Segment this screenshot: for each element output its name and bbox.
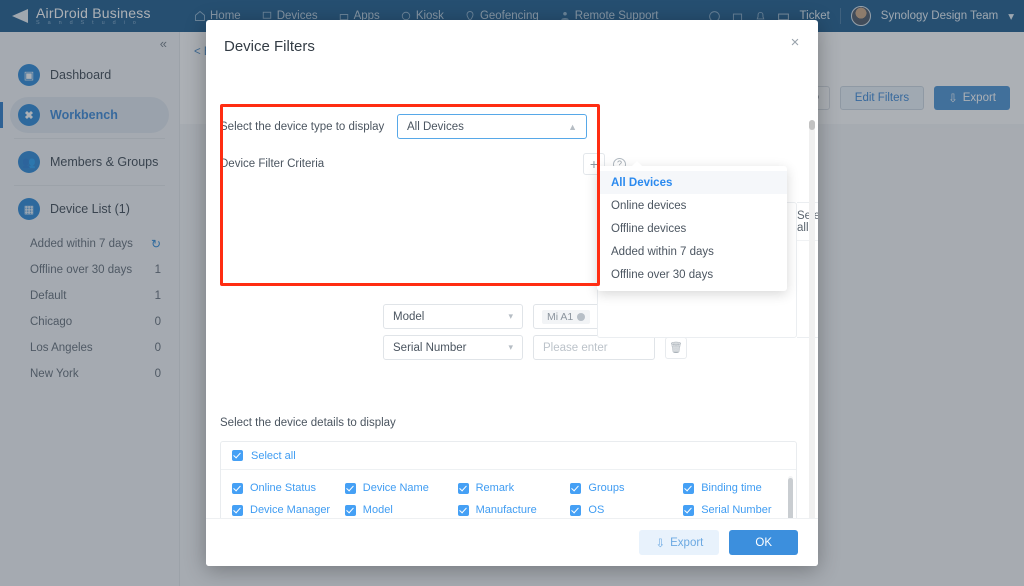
checkbox-item[interactable]: Remark <box>457 477 571 499</box>
device-type-row: Select the device type to display All De… <box>220 114 587 139</box>
checkbox-item[interactable]: Binding time <box>683 477 796 499</box>
criteria-field-label: Model <box>393 310 425 323</box>
checkbox-item[interactable]: Manufacture <box>457 499 571 518</box>
checkbox-label: Groups <box>588 482 625 494</box>
modal-body: Select the device type to display All De… <box>206 68 818 518</box>
checkbox-label: Remark <box>475 482 515 494</box>
checkbox-groups[interactable] <box>570 482 582 494</box>
modal-footer: ⇩ Export OK <box>206 518 818 566</box>
value-tag-label: Mi A1 <box>547 310 574 323</box>
checkbox-label: Device Manager <box>250 504 331 516</box>
criteria-field-select-model[interactable]: Model ▾ <box>383 304 523 329</box>
checkbox-serial-number[interactable] <box>683 504 695 516</box>
dropdown-option-added-within-7-days[interactable]: Added within 7 days <box>597 240 787 263</box>
modal-export-label: Export <box>670 536 704 549</box>
checkbox-binding-time[interactable] <box>683 482 695 494</box>
checkbox-select-all[interactable] <box>232 450 243 461</box>
checkbox-item[interactable]: Online Status <box>232 477 345 499</box>
criteria-row: Device Filter Criteria + ? <box>220 153 626 175</box>
details-card: Select all Online Status Device Name Rem… <box>220 441 797 518</box>
criteria-value-serial-number[interactable]: Please enter <box>533 335 655 360</box>
chevron-down-icon: ▾ <box>508 342 513 352</box>
checkbox-device-name[interactable] <box>344 482 356 494</box>
app-root: AirDroid Business S a n d S t u d i o Ho… <box>0 0 1024 586</box>
dropdown-option-all-devices[interactable]: All Devices <box>597 171 787 194</box>
details-scrollbar[interactable] <box>788 476 793 518</box>
chevron-up-icon: ▲ <box>568 121 577 132</box>
checkbox-manufacture[interactable] <box>457 504 469 516</box>
checkbox-label: Model <box>362 504 393 516</box>
checkbox-item[interactable]: Device Manager <box>232 499 345 518</box>
checkbox-label: Serial Number <box>701 504 772 516</box>
checkbox-os[interactable] <box>570 504 582 516</box>
delete-criteria-button-serial-number[interactable]: 🗑 <box>665 336 687 359</box>
details-checkbox-grid: Online Status Device Name Remark Groups … <box>221 470 796 518</box>
close-icon[interactable]: × <box>786 34 804 52</box>
checkbox-label: Binding time <box>701 482 762 494</box>
download-icon: ⇩ <box>655 537 666 550</box>
device-filters-modal: Device Filters × Select the device type … <box>206 20 818 566</box>
tag-remove-icon[interactable] <box>577 312 586 321</box>
criteria-label: Device Filter Criteria <box>220 158 325 170</box>
value-tag: Mi A1 <box>542 309 591 324</box>
criteria-field-label: Serial Number <box>393 341 467 354</box>
device-type-label: Select the device type to display <box>220 120 385 133</box>
device-type-select-value: All Devices <box>407 120 464 133</box>
details-select-all-row[interactable]: Select all <box>221 442 796 470</box>
checkbox-item[interactable]: OS <box>570 499 683 518</box>
checkbox-online-status[interactable] <box>232 482 243 494</box>
details-scrollbar-thumb[interactable] <box>788 478 793 518</box>
ok-button[interactable]: OK <box>729 530 798 555</box>
modal-title: Device Filters <box>224 38 315 55</box>
checkbox-item[interactable]: Serial Number <box>683 499 796 518</box>
checkbox-item[interactable]: Device Name <box>344 477 458 499</box>
checkbox-device-manager[interactable] <box>232 504 243 516</box>
chevron-down-icon: ▾ <box>508 311 513 321</box>
criteria-field-select-serial-number[interactable]: Serial Number ▾ <box>383 335 523 360</box>
checkbox-label: Online Status <box>250 482 317 494</box>
criteria-row-serial-number: Serial Number ▾ Please enter 🗑 <box>383 335 687 360</box>
checkbox-remark[interactable] <box>457 482 469 494</box>
modal-scrollbar[interactable] <box>809 120 815 518</box>
dropdown-option-offline-over-30-days[interactable]: Offline over 30 days <box>597 263 787 286</box>
details-title: Select the device details to display <box>220 417 396 429</box>
criteria-value-placeholder: Please enter <box>543 341 608 354</box>
checkbox-label: OS <box>588 504 605 516</box>
checkbox-item[interactable]: Groups <box>570 477 683 499</box>
checkbox-item[interactable]: Model <box>344 499 458 518</box>
dropdown-option-offline-devices[interactable]: Offline devices <box>597 217 787 240</box>
modal-scrollbar-thumb[interactable] <box>809 120 815 130</box>
checkbox-model[interactable] <box>344 504 356 516</box>
checkbox-label: Manufacture <box>475 504 537 516</box>
details-select-all-label: Select all <box>251 449 296 462</box>
checkbox-label: Device Name <box>362 482 429 494</box>
dropdown-option-online-devices[interactable]: Online devices <box>597 194 787 217</box>
modal-export-button[interactable]: ⇩ Export <box>639 530 720 555</box>
device-type-dropdown: All Devices Online devices Offline devic… <box>597 161 787 291</box>
device-type-select[interactable]: All Devices ▲ <box>397 114 587 139</box>
